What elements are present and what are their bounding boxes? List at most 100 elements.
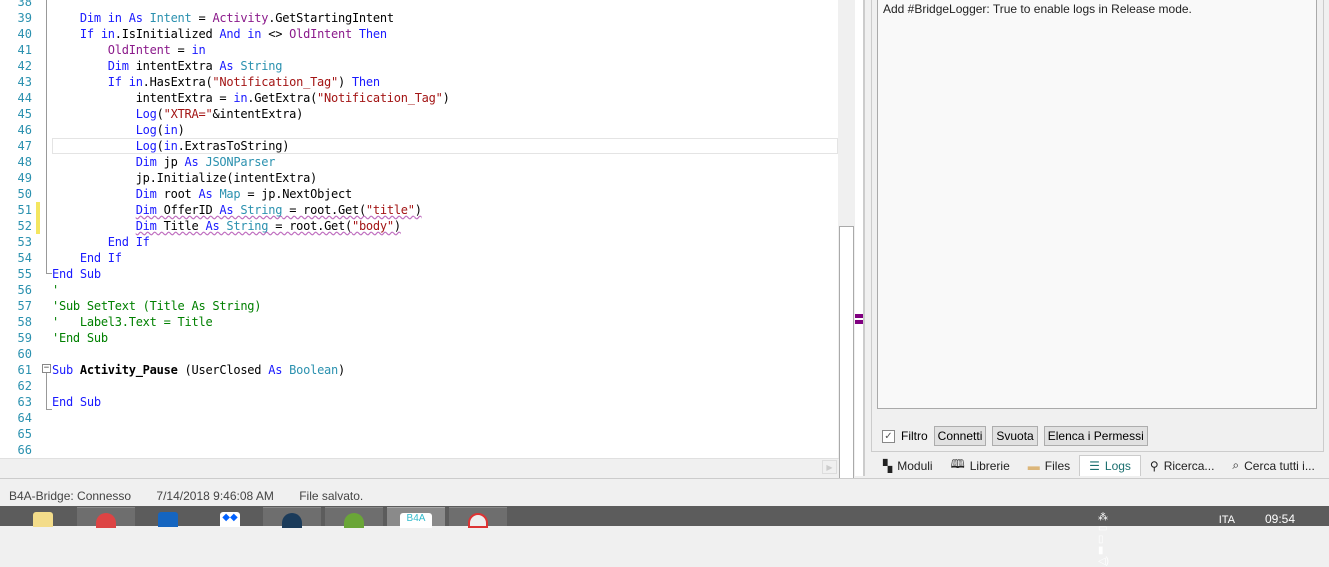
code-line[interactable]: End If: [52, 250, 122, 266]
line-number: 42: [17, 59, 32, 73]
scroll-right-arrow-icon[interactable]: ▶: [822, 460, 837, 474]
code-line[interactable]: Log("XTRA="&intentExtra): [52, 106, 304, 122]
code-token: (: [156, 123, 164, 137]
log-message: Add #BridgeLogger: True to enable logs i…: [883, 2, 1192, 16]
line-number: 41: [17, 43, 32, 57]
code-line[interactable]: If in.IsInitialized And in <> OldIntent …: [52, 26, 387, 42]
code-token: intentExtra =: [52, 91, 234, 105]
code-line[interactable]: End Sub: [52, 394, 101, 410]
code-token: =: [191, 11, 213, 25]
code-line[interactable]: Dim intentExtra As String: [52, 58, 283, 74]
code-token: String: [226, 219, 269, 233]
code-line[interactable]: End If: [52, 234, 150, 250]
taskbar-mail[interactable]: [139, 507, 197, 527]
code-editor[interactable]: − 38 39 Dim in As Intent = Activity.GetSt…: [0, 0, 840, 458]
taskbar-chrome[interactable]: [77, 507, 135, 528]
taskbar-dropbox[interactable]: ◆◆: [201, 507, 259, 527]
code-token: End Sub: [52, 267, 101, 281]
code-token: Dim: [107, 59, 129, 73]
vertical-scrollbar[interactable]: ▼: [838, 0, 855, 500]
tab-moduli[interactable]: ▚ Moduli: [874, 455, 942, 476]
clear-button[interactable]: Svuota: [992, 426, 1038, 446]
code-line[interactable]: 'Sub SetText (Title As String): [52, 298, 262, 314]
code-token: String: [240, 59, 283, 73]
code-line[interactable]: 'End Sub: [52, 330, 108, 346]
clock[interactable]: 09:54: [1265, 512, 1295, 526]
code-token: "Notification_Tag": [212, 75, 338, 89]
list-permissions-button[interactable]: Elenca i Permessi: [1043, 426, 1148, 446]
code-line[interactable]: Dim Title As String = root.Get("body"): [52, 218, 401, 234]
code-line[interactable]: Dim root As Map = jp.NextObject: [52, 186, 353, 202]
line-number: 50: [17, 187, 32, 201]
tray-icons[interactable]: ⁂ ▭ ▯ ▮ ◁): [1098, 512, 1109, 567]
code-line[interactable]: Log(in.ExtrasToString): [52, 138, 290, 154]
panel-splitter[interactable]: [855, 0, 865, 476]
code-token: End If: [79, 251, 122, 265]
line-number: 65: [17, 427, 32, 441]
taskbar-utorrent[interactable]: [325, 507, 383, 528]
horizontal-scrollbar[interactable]: ▶: [0, 458, 840, 474]
code-line[interactable]: If in.HasExtra("Notification_Tag") Then: [52, 74, 380, 90]
code-token: Log: [135, 107, 157, 121]
log-output[interactable]: Add #BridgeLogger: True to enable logs i…: [877, 0, 1317, 409]
tab-logs[interactable]: ☰ Logs: [1079, 455, 1141, 476]
code-token: ): [177, 123, 185, 137]
code-line[interactable]: Dim OfferID As String = root.Get("title"…: [52, 202, 422, 218]
line-number: 44: [17, 91, 32, 105]
line-number: 51: [17, 203, 32, 217]
filter-checkbox[interactable]: ✓: [882, 429, 895, 443]
code-line[interactable]: ': [52, 282, 59, 298]
code-token: Title: [156, 219, 206, 233]
language-indicator[interactable]: ITA: [1219, 514, 1235, 526]
taskbar-b4a[interactable]: B4A: [387, 507, 445, 528]
code-line[interactable]: ' Label3.Text = Title: [52, 314, 213, 330]
line-number: 66: [17, 443, 32, 457]
code-token: = jp.NextObject: [240, 187, 352, 201]
code-token: Map: [219, 187, 241, 201]
code-token: OldIntent: [107, 43, 171, 57]
code-token: JSONParser: [205, 155, 276, 169]
code-line[interactable]: intentExtra = in.GetExtra("Notification_…: [52, 90, 450, 106]
tab-files[interactable]: ▬ Files: [1019, 455, 1079, 476]
tab-label: Moduli: [897, 458, 933, 473]
fold-toggle[interactable]: −: [42, 364, 51, 373]
connect-button[interactable]: Connetti: [933, 426, 987, 446]
logs-icon: ☰: [1089, 459, 1100, 473]
taskbar-explorer[interactable]: [14, 507, 72, 527]
status-timestamp: 7/14/2018 9:46:08 AM: [156, 489, 274, 503]
code-line[interactable]: Dim in As Intent = Activity.GetStartingI…: [52, 10, 394, 26]
code-line[interactable]: Log(in): [52, 122, 185, 138]
code-line[interactable]: jp.Initialize(intentExtra): [52, 170, 318, 186]
line-number: 43: [17, 75, 32, 89]
code-token: Boolean: [289, 363, 338, 377]
code-token: "Notification_Tag": [317, 91, 443, 105]
taskbar-app[interactable]: [263, 507, 321, 528]
code-token: Dim: [135, 219, 157, 233]
scrollbar-thumb[interactable]: [839, 226, 854, 484]
code-line[interactable]: OldIntent = in: [52, 42, 206, 58]
search-icon: ⚲: [1149, 458, 1159, 473]
code-token: End Sub: [52, 395, 101, 409]
code-token: As: [184, 155, 206, 169]
taskbar-app-2[interactable]: [449, 507, 507, 528]
code-token: root: [156, 187, 199, 201]
line-number: 60: [17, 347, 32, 361]
code-token: OfferID: [156, 203, 220, 217]
tab-cerca-tutti-i[interactable]: ⌕ Cerca tutti i...: [1223, 455, 1323, 476]
code-line[interactable]: Dim jp As JSONParser: [52, 154, 276, 170]
code-token: ): [414, 203, 422, 217]
tab-label: Librerie: [969, 458, 1010, 473]
marker: [855, 314, 863, 318]
code-line[interactable]: End Sub: [52, 266, 101, 282]
code-token: Sub: [52, 363, 80, 377]
tab-ricerca[interactable]: ⚲ Ricerca...: [1141, 455, 1223, 476]
code-line[interactable]: Sub Activity_Pause (UserClosed As Boolea…: [52, 362, 345, 378]
code-token: jp.Initialize(intentExtra): [52, 171, 318, 185]
tab-librerie[interactable]: 🕮 Librerie: [942, 455, 1019, 476]
